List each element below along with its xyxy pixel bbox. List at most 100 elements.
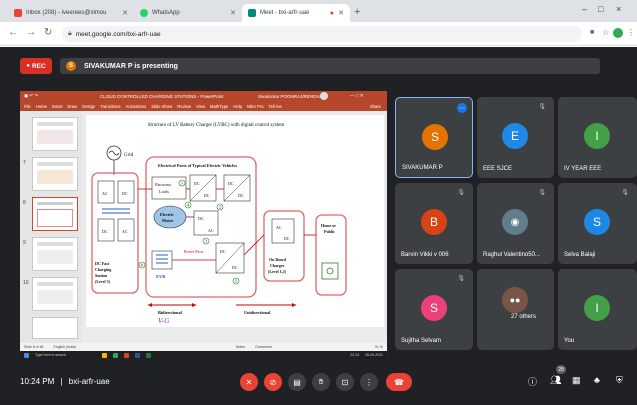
file-explorer-icon[interactable] [101,352,107,358]
ribbon-tab-mathtype[interactable]: MathType [210,104,228,109]
slide-thumbnail[interactable]: 7 [23,157,78,191]
chrome-icon[interactable] [112,352,118,358]
browser-minimize-button[interactable]: – [582,4,587,14]
meet-control-bar: 10:24 PM | bxi-arfr-uae ✕ ⊘ ▤ ✋︎ ⊡ ⋮ ☎ ⓘ… [0,361,637,405]
tab-whatsapp[interactable]: WhatsApp ✕ [134,4,242,22]
presenting-text: SIVAKUMAR P is presenting [84,62,178,70]
shared-screen[interactable]: ▣ ↶ ↷ CLOUD CONTROLLED CHARGING STATIONS… [20,91,387,359]
slide-thumbnail[interactable]: 9 [23,237,78,271]
ribbon-tab-animations[interactable]: Animations [126,104,147,109]
ribbon-tell-me[interactable]: Tell me [269,104,282,109]
captions-button[interactable]: ▤ [288,373,306,391]
current-slide[interactable]: Structure of LV Battery Charger (LVBC) w… [86,115,384,327]
svg-text:EVB: EVB [156,274,165,279]
present-button[interactable]: ⊡ [336,373,354,391]
back-arrow-icon[interactable]: ← [8,27,18,38]
ribbon-tab-design[interactable]: Design [82,104,95,109]
browser-close-button[interactable]: × [616,4,621,14]
ribbon-tab-view[interactable]: View [196,104,205,109]
participant-tile[interactable]: I You [558,269,637,350]
mic-toggle-button[interactable]: ✕ [240,373,258,391]
svg-text:Unidirectional: Unidirectional [244,310,271,315]
menu-dots-icon[interactable]: ⋮ [627,28,635,37]
close-tab-icon[interactable]: ✕ [338,9,344,17]
slide-thumbnail-selected[interactable]: 8 [23,197,78,231]
ribbon-tab-transitions[interactable]: Transitions [100,104,120,109]
ribbon-tab-draw[interactable]: Draw [67,104,77,109]
ribbon-tab-file[interactable]: File [24,104,31,109]
raise-hand-button[interactable]: ✋︎ [312,373,330,391]
participant-name: EEE SJCE [483,166,513,172]
chat-button[interactable]: ▦ [572,375,581,386]
participant-avatar: S [584,209,610,235]
captions-icon: ▤ [293,377,301,387]
rec-label: REC [31,62,46,70]
participant-tile[interactable]: 🎙︎ S Selva Balaji [558,183,637,264]
mic-off-icon: 🎙︎ [538,104,546,110]
camera-off-icon: ⊘ [269,377,277,387]
ribbon-tab-review[interactable]: Review [177,104,191,109]
browser-maximize-button[interactable]: □ [598,4,603,14]
participant-name: Selva Balaji [564,252,596,258]
close-tab-icon[interactable]: ✕ [230,9,236,17]
more-options-icon[interactable]: ⋯ [457,103,467,113]
mic-off-icon: 🎙︎ [538,190,546,196]
whatsapp-icon [140,9,148,17]
host-controls-button[interactable]: ⛨ [616,375,623,386]
svg-text:DC: DC [198,216,204,221]
more-vert-icon: ⋮ [365,377,373,387]
meeting-details-button[interactable]: ⓘ [528,375,537,388]
powerpoint-icon[interactable] [123,352,129,358]
word-icon[interactable] [134,352,140,358]
profile-avatar[interactable] [613,28,623,38]
ribbon-tab-help[interactable]: Help [233,104,242,109]
slide-thumbnail[interactable] [32,117,78,151]
slide-thumbnails: 7 8 9 10 [20,111,82,343]
participant-avatar: E [502,123,528,149]
activities-button[interactable]: ♣ [594,375,600,385]
comments-button[interactable]: Comments [255,345,272,349]
svg-text:Electronic: Electronic [155,182,172,187]
leave-call-button[interactable]: ☎ [386,373,412,391]
present-screen-icon: ⊡ [341,377,349,387]
svg-text:AC: AC [102,191,108,196]
participant-tile[interactable]: I IV YEAR EEE [558,97,637,178]
others-tile[interactable]: ●● 27 others [477,269,554,350]
ribbon-tab-home[interactable]: Home [36,104,47,109]
tab-meet[interactable]: Meet - bxi-arfr-uae ● ✕ [242,4,350,22]
ppt-share-button[interactable]: Share [370,104,381,109]
participant-name: Barvin Vikki v 006 [401,252,449,258]
participant-tile[interactable]: ⋯ S SIVAKUMAR P [395,97,473,178]
presenting-banner: S SIVAKUMAR P is presenting [60,58,600,74]
ribbon-tab-insert[interactable]: Insert [52,104,62,109]
participant-tile[interactable]: 🎙︎ E EEE SJCE [477,97,554,178]
close-tab-icon[interactable]: ✕ [122,9,128,17]
zoom-level[interactable]: 91 % [375,345,383,349]
ribbon-tab-nitro[interactable]: Nitro Pro [247,104,264,109]
url-input[interactable]: 🔒︎ meet.google.com/bxi-arfr-uae [62,26,582,42]
people-button[interactable]: 👥︎ [550,375,561,386]
participant-tile[interactable]: 🎙︎ ◉ Raghul Valentino50... [477,183,554,264]
new-tab-button[interactable]: + [354,6,360,18]
taskbar-search[interactable]: Type here to search [35,353,66,357]
excel-icon[interactable] [145,352,151,358]
camera-indicator-icon[interactable]: ■ [590,29,594,36]
svg-text:1: 1 [181,181,183,186]
notes-button[interactable]: Notes [236,345,245,349]
ribbon-tab-slideshow[interactable]: Slide Show [151,104,172,109]
lock-icon: 🔒︎ [68,30,72,37]
forward-arrow-icon[interactable]: → [26,27,36,38]
participant-tile[interactable]: 🎙︎ B Barvin Vikki v 006 [395,183,473,264]
participant-tile[interactable]: 🎙︎ S Sujitha Selvam [395,269,473,350]
camera-toggle-button[interactable]: ⊘ [264,373,282,391]
more-options-button[interactable]: ⋮ [360,373,378,391]
reload-icon[interactable]: ↻ [44,27,52,38]
windows-start-icon[interactable] [24,352,29,358]
slide-thumbnail[interactable] [32,317,78,339]
recording-dot-icon: ● [329,9,334,17]
slide-counter: Slide 8 of 46 [24,345,44,349]
mic-off-icon: 🎙︎ [457,276,465,282]
slide-thumbnail[interactable]: 10 [23,277,78,311]
bookmark-star-icon[interactable]: ☆ [602,28,609,37]
tab-gmail[interactable]: Inbox (208) - iveerees@ximou ✕ [8,4,134,22]
